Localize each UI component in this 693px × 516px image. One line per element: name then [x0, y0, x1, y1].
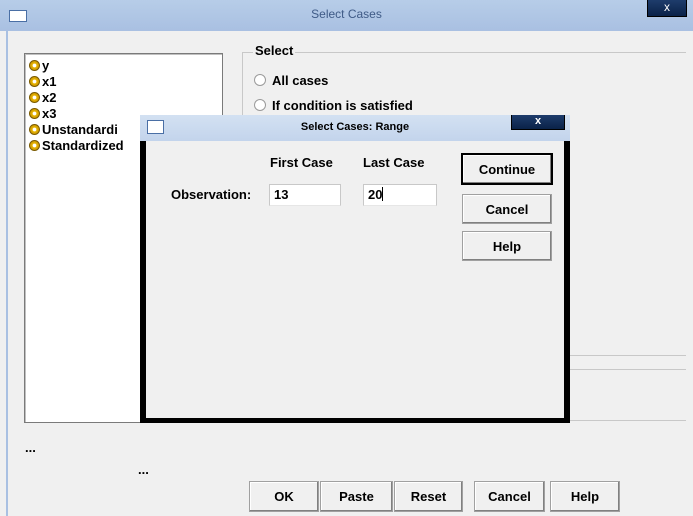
range-dialog-titlebar[interactable]: Select Cases: Range x: [140, 115, 570, 141]
scale-variable-icon: [29, 108, 40, 119]
select-group-legend: Select: [253, 43, 296, 58]
ellipsis-text: ...: [138, 462, 149, 477]
radio-icon[interactable]: [254, 99, 266, 111]
output-group-box: [556, 369, 686, 421]
radio-all-cases[interactable]: All cases: [254, 72, 328, 90]
scale-variable-icon: [29, 140, 40, 151]
cancel-button[interactable]: Cancel: [462, 194, 552, 224]
scale-variable-icon: [29, 124, 40, 135]
variable-item[interactable]: Standardized: [29, 138, 124, 154]
continue-button[interactable]: Continue: [462, 154, 552, 184]
first-case-header: First Case: [270, 155, 333, 170]
range-dialog: Select Cases: Range x First Case Last Ca…: [140, 115, 570, 423]
variable-item[interactable]: y: [29, 58, 49, 74]
close-icon[interactable]: x: [647, 0, 687, 17]
ellipsis-text: ...: [25, 440, 36, 455]
cancel-button[interactable]: Cancel: [474, 481, 545, 512]
reset-button[interactable]: Reset: [394, 481, 463, 512]
paste-button[interactable]: Paste: [320, 481, 393, 512]
scale-variable-icon: [29, 76, 40, 87]
help-button[interactable]: Help: [462, 231, 552, 261]
close-icon[interactable]: x: [511, 115, 565, 130]
variable-item[interactable]: x2: [29, 90, 56, 106]
radio-if-condition[interactable]: If condition is satisfied: [254, 97, 413, 115]
variable-item[interactable]: Unstandardi: [29, 122, 118, 138]
last-case-input[interactable]: 20: [363, 184, 437, 206]
window-icon: [147, 120, 164, 134]
text-caret: [382, 187, 384, 201]
observation-label: Observation:: [171, 187, 252, 202]
select-cases-window: Select Cases x y x1 x2 x3 Unstandardi St…: [0, 0, 693, 516]
window-frame: [6, 31, 8, 516]
window-title: Select Cases: [311, 7, 382, 21]
window-icon: [9, 10, 27, 22]
ok-button[interactable]: OK: [249, 481, 319, 512]
last-case-header: Last Case: [363, 155, 425, 170]
radio-icon[interactable]: [254, 74, 266, 86]
range-dialog-title: Select Cases: Range: [300, 121, 410, 133]
help-button[interactable]: Help: [550, 481, 620, 512]
first-case-input[interactable]: 13: [269, 184, 341, 206]
window-titlebar[interactable]: Select Cases x: [0, 0, 693, 31]
range-dialog-body: First Case Last Case Observation: 13 20 …: [146, 141, 564, 418]
scale-variable-icon: [29, 92, 40, 103]
scale-variable-icon: [29, 60, 40, 71]
variable-item[interactable]: x1: [29, 74, 56, 90]
variable-item[interactable]: x3: [29, 106, 56, 122]
